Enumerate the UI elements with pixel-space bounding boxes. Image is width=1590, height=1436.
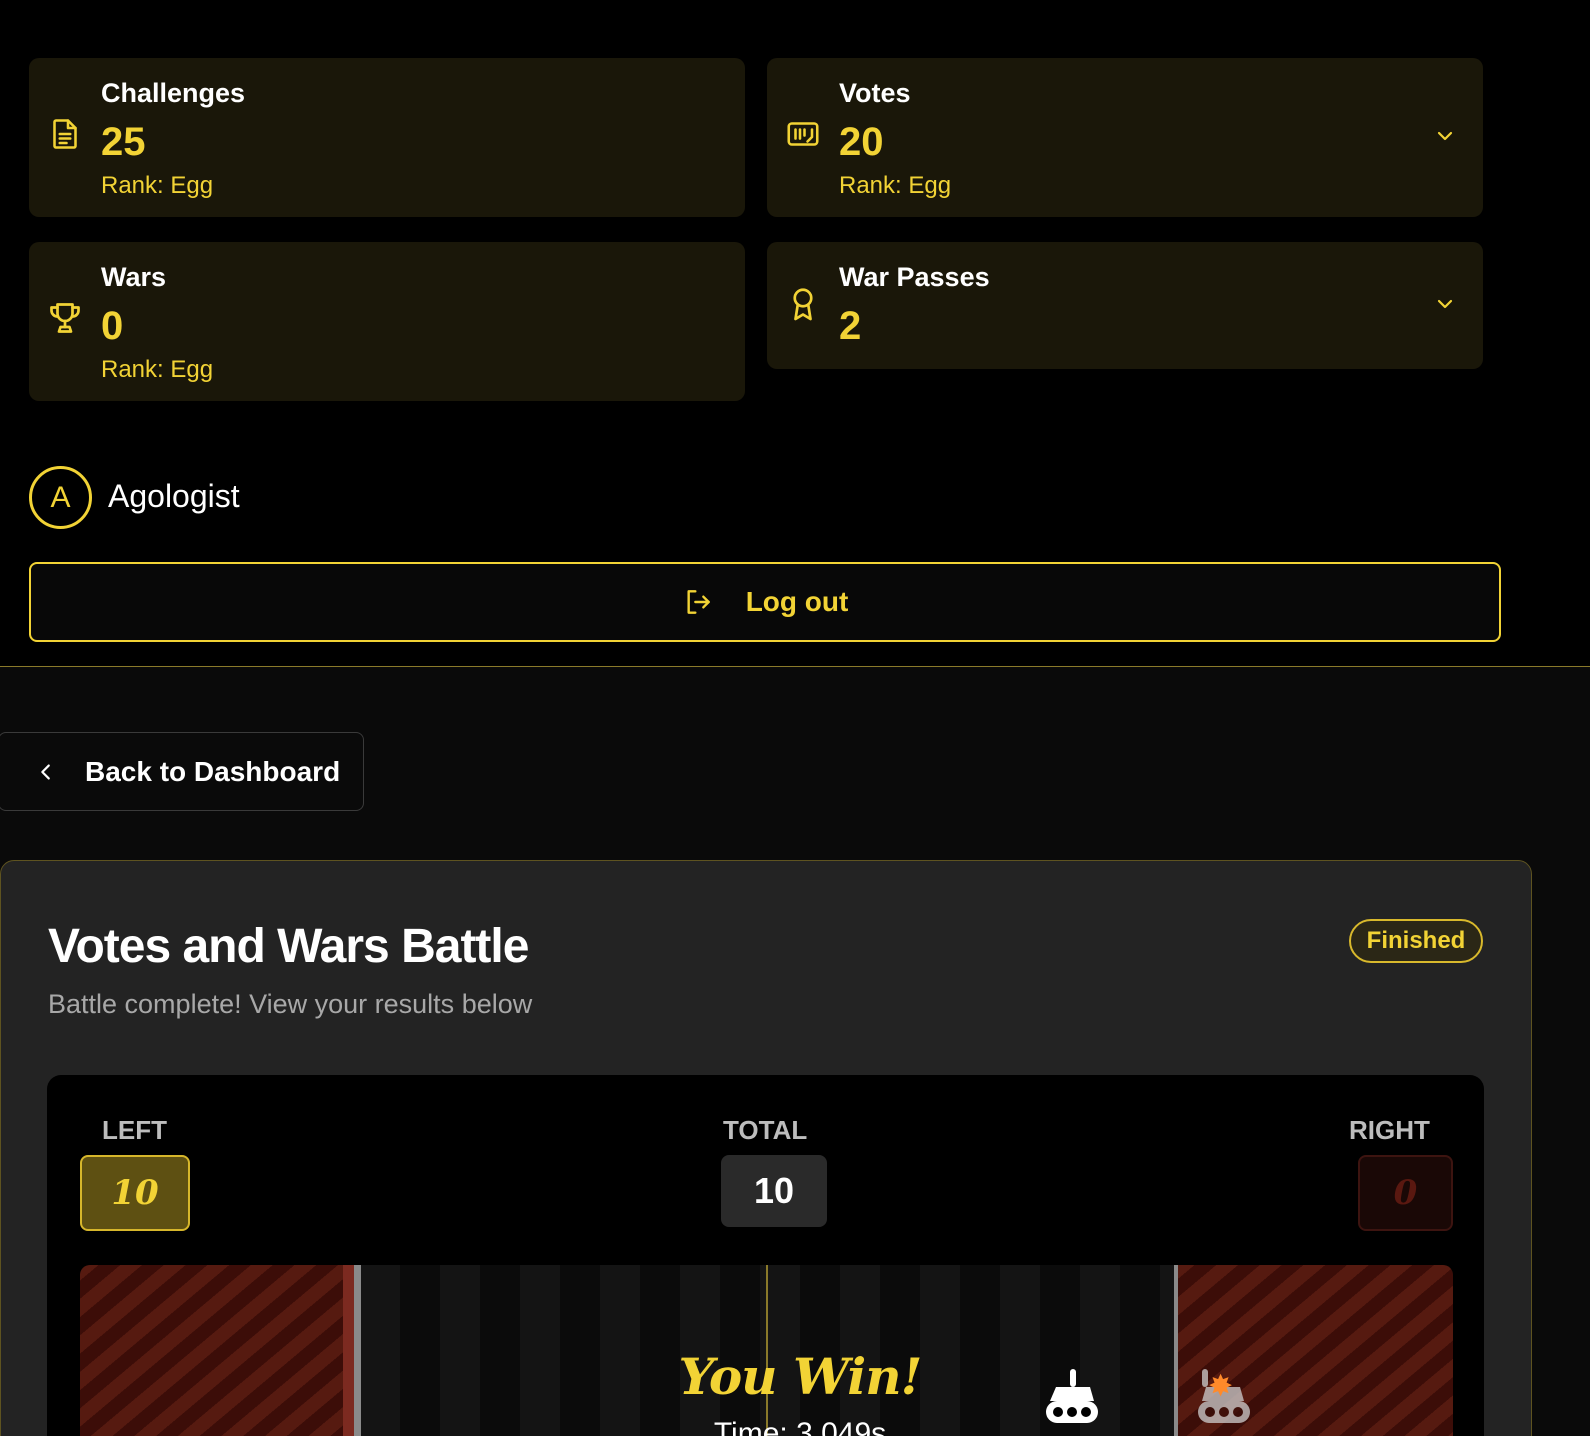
war-passes-card[interactable]: War Passes 2 bbox=[767, 242, 1483, 369]
chevron-down-icon[interactable] bbox=[1433, 124, 1457, 148]
total-label: TOTAL bbox=[723, 1115, 808, 1145]
votes-value: 20 bbox=[839, 120, 884, 164]
chevron-left-icon bbox=[41, 763, 50, 780]
challenges-card: Challenges 25 Rank: Egg bbox=[29, 58, 745, 217]
war-passes-value: 2 bbox=[839, 304, 862, 348]
back-to-dashboard-button[interactable]: Back to Dashboard bbox=[0, 732, 364, 811]
left-wall bbox=[80, 1265, 357, 1436]
battle-subtitle: Battle complete! View your results below bbox=[48, 989, 533, 1019]
wars-label: Wars bbox=[101, 262, 167, 292]
war-passes-label: War Passes bbox=[839, 262, 990, 292]
logout-button[interactable]: Log out bbox=[29, 562, 1501, 642]
left-score: 10 bbox=[80, 1155, 190, 1231]
award-icon bbox=[793, 288, 813, 321]
battle-arena: LEFT TOTAL RIGHT 10 10 0 You Win! Time: … bbox=[47, 1075, 1484, 1436]
wars-value: 0 bbox=[101, 304, 124, 348]
logout-icon bbox=[687, 590, 710, 614]
result-text: You Win! bbox=[678, 1347, 922, 1406]
time-text: Time: 3.049s bbox=[713, 1417, 887, 1436]
username: Agologist bbox=[108, 478, 240, 514]
back-label: Back to Dashboard bbox=[85, 755, 341, 787]
challenges-value: 25 bbox=[101, 120, 146, 164]
explosion-icon: ✸ bbox=[1208, 1370, 1234, 1403]
avatar: A bbox=[29, 466, 92, 529]
tank-icon bbox=[1046, 1369, 1098, 1423]
battle-title: Votes and Wars Battle bbox=[48, 920, 529, 973]
battle-card: Votes and Wars Battle Battle complete! V… bbox=[0, 860, 1532, 1436]
wars-card: Wars 0 Rank: Egg bbox=[29, 242, 745, 401]
left-post bbox=[354, 1265, 361, 1436]
left-label: LEFT bbox=[102, 1115, 167, 1145]
right-score: 0 bbox=[1358, 1155, 1453, 1231]
votes-card[interactable]: Votes 20 Rank: Egg bbox=[767, 58, 1483, 217]
battlefield: You Win! Time: 3.049s ✸ bbox=[80, 1265, 1453, 1436]
status-badge: Finished bbox=[1349, 919, 1483, 963]
trophy-icon bbox=[50, 303, 80, 333]
document-icon bbox=[53, 119, 77, 149]
right-label: RIGHT bbox=[1349, 1115, 1430, 1145]
challenges-rank: Rank: Egg bbox=[101, 172, 214, 199]
logout-label: Log out bbox=[745, 586, 849, 617]
ballot-icon bbox=[787, 122, 819, 146]
total-score: 10 bbox=[721, 1155, 827, 1227]
votes-label: Votes bbox=[839, 78, 911, 108]
votes-rank: Rank: Egg bbox=[839, 172, 952, 199]
challenges-label: Challenges bbox=[101, 78, 246, 108]
chevron-down-icon[interactable] bbox=[1433, 292, 1457, 316]
wars-rank: Rank: Egg bbox=[101, 356, 214, 383]
